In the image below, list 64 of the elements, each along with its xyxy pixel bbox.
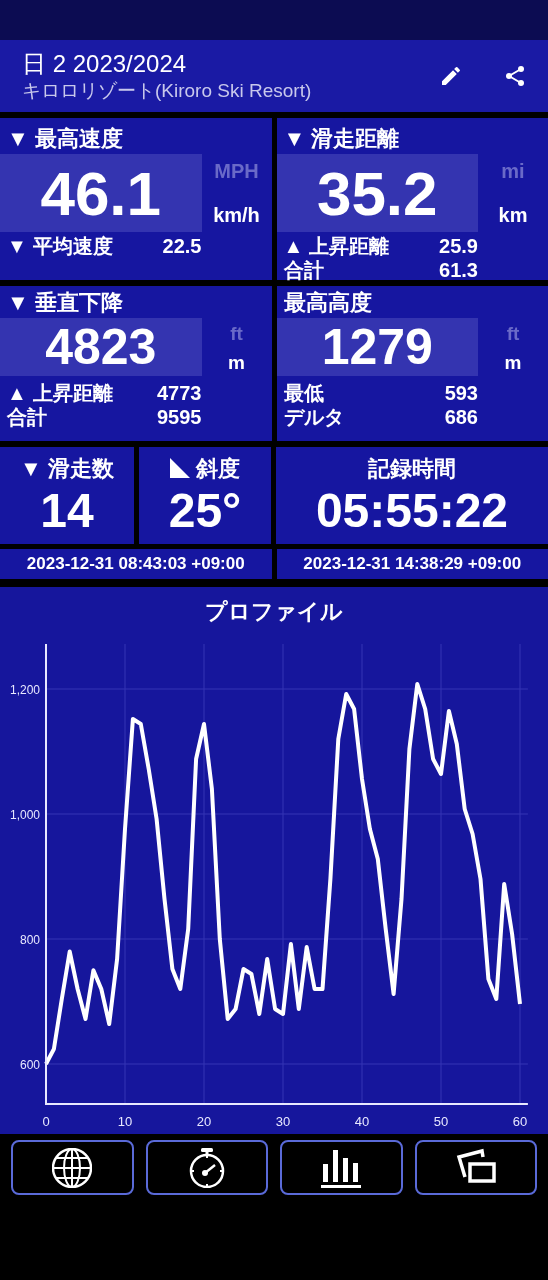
stat-title: 垂直下降 [34,288,123,317]
stat-value: 25° [168,483,242,539]
axis-label: 0 [42,1114,50,1129]
stat-title: 最高高度 [283,288,372,317]
unit-label[interactable]: m [228,348,245,377]
page-title: 日 2 2023/2024 [22,49,188,79]
axis-label: 50 [433,1114,449,1129]
stat-value: 25.9 [439,234,478,259]
stat-value: 9595 [157,405,202,430]
stat-value: 35.2 [276,154,478,232]
stat-value: 14 [40,483,94,539]
triangle-marker: ▼ [7,124,29,153]
stat-label: 合計 [7,405,48,430]
stat-title: 記録時間 [368,454,456,483]
unit-label[interactable]: km/h [213,200,260,230]
triangle-marker: ▼ [283,124,306,153]
axis-label: 800 [19,933,40,947]
pencil-icon [439,64,463,88]
axis-label: 60 [512,1114,528,1129]
stat-title: 斜度 [196,454,240,483]
stat-value: 22.5 [162,234,202,259]
axis-label: 600 [19,1058,40,1072]
stat-label: 最低 [283,381,325,406]
globe-icon [52,1147,93,1188]
nav-button[interactable] [145,1140,268,1195]
axis-label: 1,200 [9,683,40,697]
resort-name: キロロリゾート(Kiroro Ski Resort) [22,79,313,103]
triangle-marker: ▼ [20,454,42,483]
nav-button[interactable] [414,1140,537,1195]
bar-chart-icon [321,1147,362,1188]
axis-label: 40 [354,1114,370,1129]
stat-value: 4823 [0,318,202,376]
stat-title: 滑走距離 [311,124,400,153]
stat-label: 平均速度 [32,234,114,259]
stat-label: 上昇距離 [32,381,114,406]
stat-label: 合計 [283,258,325,283]
triangle-marker: ▼ [7,288,29,317]
axis-label: 1,000 [9,808,40,822]
stat-label: デルタ [283,405,345,430]
slope-icon [170,458,190,478]
triangle-marker: ▲ [283,234,304,259]
axis-label: 20 [196,1114,212,1129]
axis-label: 10 [117,1114,133,1129]
nav-button[interactable] [11,1140,134,1195]
stat-value: 61.3 [439,258,478,283]
stat-value: 1279 [276,318,478,376]
nav-button[interactable] [280,1140,403,1195]
stat-value: 46.1 [0,154,202,232]
share-icon [503,64,527,88]
stat-label: 上昇距離 [309,234,391,259]
unit-label[interactable]: km [498,200,528,230]
axis-label: 30 [275,1114,291,1129]
stat-title: 最高速度 [34,124,123,153]
triangle-marker: ▲ [7,381,27,406]
stat-value: 593 [444,381,478,406]
stat-title: 滑走数 [47,454,114,483]
unit-label[interactable]: m [504,348,522,377]
stat-value: 686 [444,405,478,430]
timestamp: 2023-12-31 08:43:03 +09:00 [0,549,272,579]
stat-value: 4773 [157,381,202,406]
stat-value: 05:55:22 [315,483,509,539]
timestamp: 2023-12-31 14:38:29 +09:00 [276,549,548,579]
triangle-marker: ▼ [7,234,27,259]
chart-title: プロファイル [204,598,344,626]
